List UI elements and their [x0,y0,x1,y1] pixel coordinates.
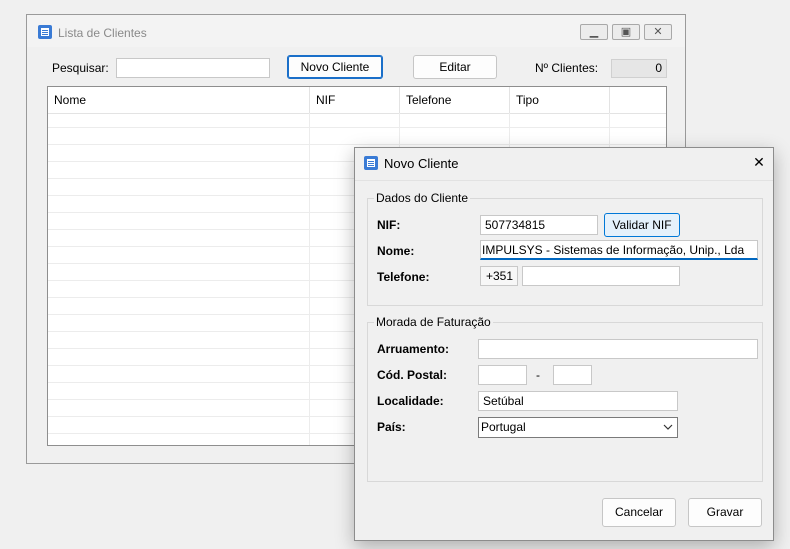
column-header-type[interactable]: Tipo [510,87,610,113]
maximize-icon: ▣ [620,26,632,38]
close-icon[interactable]: ✕ [749,152,769,172]
nif-label: NIF: [377,218,401,232]
column-header-name[interactable]: Nome [48,87,310,113]
group-title: Morada de Faturação [374,315,493,329]
title-bar: Lista de Clientes ▁ ▣ ✕ [27,15,685,47]
street-label: Arruamento: [377,342,450,356]
client-count-value: 0 [611,59,667,78]
city-input-value: Setúbal [483,394,524,408]
street-input[interactable] [478,339,758,359]
new-client-dialog: Novo Cliente ✕ Dados do Cliente NIF: 507… [354,147,774,541]
search-input[interactable] [116,58,270,78]
app-icon [364,156,378,170]
postal-code-part1-input[interactable] [478,365,527,385]
postal-code-part2-input[interactable] [553,365,592,385]
grid-line [48,127,666,128]
maximize-button[interactable]: ▣ [612,24,640,40]
billing-address-group: Morada de Faturação Arruamento: Cód. Pos… [367,315,763,482]
column-header-nif[interactable]: NIF [310,87,400,113]
city-input[interactable]: Setúbal [478,391,678,411]
new-client-button[interactable]: Novo Cliente [287,55,383,79]
city-label: Localidade: [377,394,444,408]
grid-line [48,144,666,145]
phone-input[interactable] [522,266,680,286]
group-title: Dados do Cliente [374,191,471,205]
grid-line [309,113,310,445]
app-icon [38,25,52,39]
name-input[interactable]: IMPULSYS - Sistemas de Informação, Unip.… [480,240,758,260]
client-count-label: Nº Clientes: [535,61,599,75]
country-label: País: [377,420,406,434]
minimize-button[interactable]: ▁ [580,24,608,40]
name-input-value: IMPULSYS - Sistemas de Informação, Unip.… [482,243,745,257]
name-label: Nome: [377,244,415,258]
close-button[interactable]: ✕ [644,24,672,40]
edit-button[interactable]: Editar [413,55,497,79]
country-select[interactable]: Portugal [478,417,678,438]
close-icon: ✕ [653,26,663,38]
title-divider [355,180,773,181]
chevron-down-icon [663,424,673,430]
column-header-phone[interactable]: Telefone [400,87,510,113]
postal-code-separator: - [536,368,540,382]
window-title: Lista de Clientes [58,26,147,40]
phone-prefix: +351 [480,266,518,286]
dialog-title: Novo Cliente [384,156,459,171]
nif-input[interactable]: 507734815 [480,215,598,235]
validate-nif-button[interactable]: Validar NIF [604,213,680,237]
phone-prefix-value: +351 [486,269,514,283]
client-data-group: Dados do Cliente NIF: 507734815 Validar … [367,191,763,306]
phone-label: Telefone: [377,270,430,284]
header-divider [48,113,666,114]
nif-input-value: 507734815 [485,218,546,232]
search-label: Pesquisar: [52,61,109,75]
country-select-value: Portugal [481,420,526,434]
save-button[interactable]: Gravar [688,498,762,527]
cancel-button[interactable]: Cancelar [602,498,676,527]
minimize-icon: ▁ [589,26,599,38]
postal-code-label: Cód. Postal: [377,368,448,382]
